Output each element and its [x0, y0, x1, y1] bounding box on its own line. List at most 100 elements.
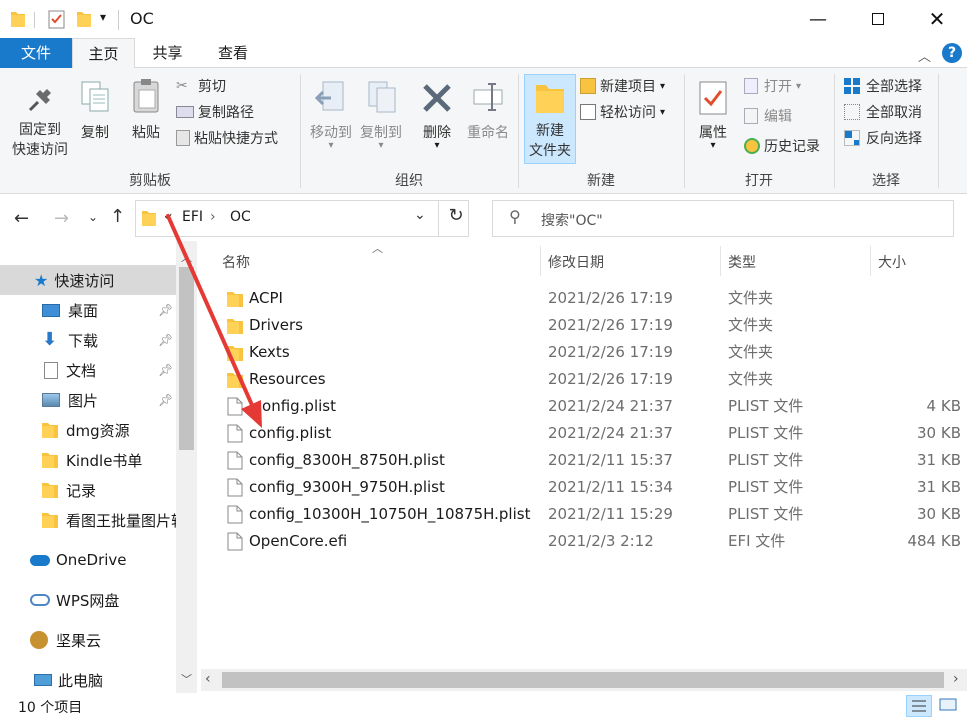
scroll-down-icon[interactable]: ﹀ — [181, 671, 192, 687]
column-header-name[interactable]: 名称 — [222, 252, 250, 272]
rename-button[interactable]: 重命名 — [462, 72, 514, 156]
file-row[interactable]: Resources 2021/2/26 17:19 文件夹 — [201, 366, 967, 393]
folder-icon — [227, 346, 243, 361]
recent-locations-button[interactable]: ⌄ — [88, 210, 98, 224]
nav-item[interactable]: 文档 📌︎ — [0, 355, 176, 385]
breadcrumb-overflow[interactable]: « — [164, 209, 173, 225]
nav-item-label: 图片 — [68, 391, 99, 410]
file-row[interactable]: ACPI 2021/2/26 17:19 文件夹 — [201, 285, 967, 312]
edit-button[interactable]: 编辑 — [744, 106, 792, 126]
move-to-button[interactable]: 移动到 ▾ — [306, 72, 356, 156]
column-header-size[interactable]: 大小 — [878, 252, 906, 272]
scroll-right-icon[interactable]: › — [953, 671, 959, 687]
help-icon[interactable]: ? — [942, 43, 962, 63]
tab-share[interactable]: 共享 — [135, 38, 200, 68]
select-none-button[interactable]: 全部取消 — [844, 102, 922, 122]
nav-wps[interactable]: WPS网盘 — [0, 585, 176, 615]
cut-button[interactable]: ✂ 剪切 — [176, 76, 226, 96]
file-row[interactable]: OpenCore.efi 2021/2/3 2:12 EFI 文件 484 KB — [201, 528, 967, 555]
forward-button[interactable]: → — [54, 208, 69, 229]
pin-icon[interactable]: 📌︎ — [158, 303, 173, 317]
refresh-button[interactable]: ↻ — [444, 205, 468, 233]
breadcrumb-oc[interactable]: OC — [230, 209, 251, 225]
file-row[interactable]: config.plist 2021/2/24 21:37 PLIST 文件 30 KB — [201, 420, 967, 447]
paste-shortcut-button[interactable]: 粘贴快捷方式 — [176, 128, 278, 148]
new-item-button[interactable]: 新建项目 ▾ — [580, 76, 665, 96]
delete-button[interactable]: 删除 ▾ — [412, 72, 462, 156]
open-button[interactable]: 打开 ▾ — [744, 76, 801, 96]
nav-item[interactable]: 桌面 📌︎ — [0, 295, 176, 325]
column-header-date[interactable]: 修改日期 — [548, 252, 604, 272]
new-folder-quick-icon[interactable] — [76, 10, 92, 28]
move-to-icon — [315, 81, 344, 111]
file-icon — [227, 424, 243, 443]
nav-item[interactable]: ⬇ 下载 📌︎ — [0, 325, 176, 355]
file-date: 2021/2/26 17:19 — [548, 370, 673, 388]
copy-to-button[interactable]: 复制到 ▾ — [356, 72, 406, 156]
large-icons-view-button[interactable] — [936, 695, 962, 717]
breadcrumb-efi[interactable]: EFI — [182, 209, 203, 225]
tab-view[interactable]: 查看 — [200, 38, 266, 68]
new-folder-button[interactable]: 新建 文件夹 — [524, 74, 576, 164]
pin-icon[interactable]: 📌︎ — [158, 363, 173, 377]
select-none-icon — [844, 104, 860, 120]
details-view-button[interactable] — [906, 695, 932, 717]
nav-item[interactable]: dmg资源 — [0, 415, 176, 445]
back-button[interactable]: ← — [14, 208, 29, 229]
delete-icon — [423, 84, 451, 112]
file-row[interactable]: config_9300H_9750H.plist 2021/2/11 15:34 P… — [201, 474, 967, 501]
file-row[interactable]: config_10300H_10750H_10875H.plist 2021/2/… — [201, 501, 967, 528]
file-name: config_10300H_10750H_10875H.plist — [249, 505, 531, 523]
nav-this-pc[interactable]: 此电脑 — [0, 665, 176, 695]
picture-icon — [42, 393, 60, 407]
up-button[interactable]: ↑ — [110, 206, 125, 227]
address-bar[interactable]: « EFI › OC ⌄ — [135, 200, 469, 237]
easy-access-icon — [580, 104, 596, 120]
pin-to-quick-access-button[interactable]: 固定到 快速访问 — [4, 72, 76, 166]
nav-jianguoyun[interactable]: 坚果云 — [0, 625, 176, 655]
pin-icon[interactable]: 📌︎ — [158, 393, 173, 407]
easy-access-button[interactable]: 轻松访问 ▾ — [580, 102, 665, 122]
scroll-up-icon[interactable]: ︿ — [181, 249, 192, 265]
close-button[interactable]: ✕ — [907, 0, 967, 38]
column-header-type[interactable]: 类型 — [728, 252, 756, 272]
collapse-ribbon-button[interactable]: ︿ — [918, 46, 931, 65]
file-date: 2021/2/11 15:34 — [548, 478, 673, 496]
pin-icon[interactable]: 📌︎ — [158, 333, 173, 347]
file-row[interactable]: config_8300H_8750H.plist 2021/2/11 15:37 P… — [201, 447, 967, 474]
properties-quick-icon[interactable] — [48, 9, 66, 29]
paste-button[interactable]: 粘贴 — [126, 72, 170, 142]
file-row[interactable]: .config.plist 2021/2/24 21:37 PLIST 文件 4 KB — [201, 393, 967, 420]
address-dropdown-button[interactable]: ⌄ — [414, 207, 426, 223]
nav-scrollbar[interactable]: ︿ ﹀ — [176, 241, 197, 693]
scrollbar-thumb[interactable] — [179, 267, 194, 450]
nav-item[interactable]: 记录 — [0, 475, 176, 505]
select-all-button[interactable]: 全部选择 — [844, 76, 922, 96]
file-row[interactable]: Drivers 2021/2/26 17:19 文件夹 — [201, 312, 967, 339]
tab-file[interactable]: 文件 — [0, 38, 72, 68]
maximize-button[interactable] — [848, 0, 908, 38]
file-row[interactable]: Kexts 2021/2/26 17:19 文件夹 — [201, 339, 967, 366]
file-type: 文件夹 — [728, 343, 774, 361]
history-button[interactable]: 历史记录 — [744, 136, 820, 156]
scrollbar-thumb[interactable] — [222, 672, 944, 688]
tab-home[interactable]: 主页 — [72, 38, 135, 69]
onedrive-icon — [30, 554, 50, 566]
quick-access-toolbar-dropdown[interactable]: ▾ — [100, 10, 106, 24]
folder-icon — [42, 483, 58, 498]
folder-icon — [227, 373, 243, 388]
scroll-left-icon[interactable]: ‹ — [205, 671, 211, 687]
nav-item[interactable]: Kindle书单 — [0, 445, 176, 475]
search-box[interactable]: ⚲ 搜索"OC" — [492, 200, 954, 237]
nav-item[interactable]: 图片 📌︎ — [0, 385, 176, 415]
nav-item[interactable]: 看图王批量图片转 — [0, 505, 176, 535]
properties-button[interactable]: 属性 ▾ — [690, 72, 736, 156]
nav-onedrive[interactable]: OneDrive — [0, 545, 176, 575]
minimize-button[interactable]: — — [788, 0, 848, 38]
copy-button[interactable]: 复制 — [78, 72, 118, 142]
invert-selection-button[interactable]: 反向选择 — [844, 128, 922, 148]
list-horizontal-scrollbar[interactable]: ‹ › — [201, 669, 967, 691]
copy-path-button[interactable]: 复制路径 — [176, 102, 254, 122]
nav-quick-access[interactable]: ★ 快速访问 — [0, 265, 176, 295]
file-name: Drivers — [249, 316, 303, 334]
